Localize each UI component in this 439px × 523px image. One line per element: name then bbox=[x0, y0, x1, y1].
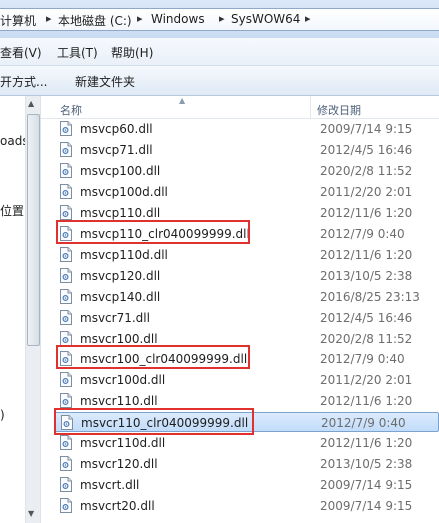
file-row[interactable]: msvcr71.dll 2012/4/5 16:46 bbox=[54, 308, 439, 328]
dll-file-icon bbox=[60, 162, 72, 178]
file-row[interactable]: msvcp140.dll 2016/8/25 23:13 bbox=[54, 287, 439, 307]
dll-file-icon bbox=[60, 498, 72, 514]
red-highlight-box bbox=[56, 345, 250, 370]
menu-tools[interactable]: 工具(T) bbox=[57, 44, 98, 61]
sort-ascending-icon: ▲ bbox=[179, 96, 186, 105]
red-highlight-box bbox=[56, 219, 250, 244]
column-date-modified[interactable]: 修改日期 bbox=[317, 102, 361, 118]
red-highlight-box bbox=[54, 408, 254, 436]
file-name: msvcp120.dll bbox=[80, 268, 161, 283]
column-divider[interactable] bbox=[310, 96, 311, 118]
file-date: 2020/2/8 11:52 bbox=[320, 163, 413, 178]
file-name: msvcr100d.dll bbox=[80, 373, 166, 388]
file-row[interactable]: msvcr120.dll 2013/10/5 2:38 bbox=[54, 454, 439, 474]
file-row[interactable]: msvcp71.dll 2012/4/5 16:46 bbox=[54, 140, 439, 160]
dll-file-icon bbox=[60, 477, 72, 493]
breadcrumb[interactable]: 计算机 ▸ 本地磁盘 (C:) ▸ Windows ▸ SysWOW64 ▸ bbox=[0, 8, 439, 31]
command-bar: 开方式... 新建文件夹 bbox=[0, 66, 439, 96]
file-date: 2012/11/6 1:20 bbox=[320, 436, 413, 451]
file-name: msvcr110.dll bbox=[80, 394, 158, 409]
breadcrumb-computer[interactable]: 计算机 bbox=[0, 12, 36, 29]
file-name: msvcp60.dll bbox=[80, 122, 153, 136]
file-name: msvcrt.dll bbox=[80, 478, 140, 493]
file-date: 2020/2/8 11:52 bbox=[320, 331, 413, 346]
menu-view[interactable]: 查看(V) bbox=[0, 44, 42, 61]
dll-file-icon bbox=[60, 121, 72, 136]
nav-item-places[interactable]: 位置 bbox=[0, 202, 24, 219]
breadcrumb-separator-icon[interactable]: ▸ bbox=[305, 12, 311, 25]
file-date: 2012/4/5 16:46 bbox=[320, 310, 413, 325]
file-date: 2009/7/14 9:15 bbox=[320, 122, 413, 136]
file-list: ▲ 名称 修改日期 msvcp60.dll 2009/7/14 9:15 msvcp… bbox=[41, 96, 439, 523]
file-row[interactable]: msvcp60.dll 2009/7/14 9:15 bbox=[54, 119, 439, 139]
dll-file-icon bbox=[60, 141, 72, 157]
file-date: 2013/10/5 2:38 bbox=[320, 268, 413, 283]
dll-file-icon bbox=[60, 393, 72, 409]
file-row[interactable]: msvcp100d.dll 2011/2/20 2:01 bbox=[54, 182, 439, 202]
file-date: 2012/7/9 0:40 bbox=[321, 416, 406, 431]
breadcrumb-separator-icon[interactable]: ▸ bbox=[46, 12, 52, 25]
file-name: msvcp71.dll bbox=[80, 142, 153, 157]
breadcrumb-local-disk[interactable]: 本地磁盘 (C:) bbox=[58, 12, 132, 29]
dll-file-icon bbox=[60, 183, 72, 199]
column-header: ▲ 名称 修改日期 bbox=[41, 96, 439, 119]
dll-file-icon bbox=[60, 330, 72, 346]
file-row[interactable]: msvcp100.dll 2020/2/8 11:52 bbox=[54, 161, 439, 181]
dll-file-icon bbox=[60, 309, 72, 325]
breadcrumb-windows[interactable]: Windows bbox=[151, 12, 205, 26]
breadcrumb-syswow64[interactable]: SysWOW64 bbox=[231, 12, 300, 26]
file-row[interactable]: msvcr110d.dll 2012/11/6 1:20 bbox=[54, 433, 439, 453]
file-name: msvcp110d.dll bbox=[80, 247, 168, 262]
menu-help[interactable]: 帮助(H) bbox=[111, 44, 153, 61]
dll-file-icon bbox=[60, 372, 72, 388]
file-name: msvcrt20.dll bbox=[80, 499, 155, 514]
file-name: msvcr100.dll bbox=[80, 331, 158, 346]
file-date: 2013/10/5 2:38 bbox=[320, 457, 413, 472]
file-name: msvcp140.dll bbox=[80, 289, 161, 304]
menu-bar: 查看(V) 工具(T) 帮助(H) bbox=[0, 38, 439, 66]
column-name[interactable]: 名称 bbox=[60, 102, 82, 118]
file-date: 2012/11/6 1:20 bbox=[320, 247, 413, 262]
file-date: 2012/11/6 1:20 bbox=[320, 205, 413, 220]
file-row[interactable]: msvcrt.dll 2009/7/14 9:15 bbox=[54, 475, 439, 495]
navigation-pane: oads 位置 ) ▲ ▼ bbox=[0, 96, 41, 523]
file-date: 2016/8/25 23:13 bbox=[320, 289, 420, 304]
file-name: msvcp100d.dll bbox=[80, 184, 168, 199]
file-name: msvcp110.dll bbox=[80, 205, 161, 220]
address-bar: 计算机 ▸ 本地磁盘 (C:) ▸ Windows ▸ SysWOW64 ▸ bbox=[0, 0, 439, 38]
file-name: msvcr120.dll bbox=[80, 457, 158, 472]
dll-file-icon bbox=[60, 435, 72, 451]
scrollbar-thumb[interactable] bbox=[27, 114, 40, 346]
file-date: 2012/11/6 1:20 bbox=[320, 394, 413, 409]
breadcrumb-separator-icon[interactable]: ▸ bbox=[219, 12, 225, 25]
nav-scrollbar[interactable]: ▲ ▼ bbox=[25, 96, 40, 523]
file-date: 2012/4/5 16:46 bbox=[320, 142, 413, 157]
file-name: msvcr71.dll bbox=[80, 310, 150, 325]
scroll-up-arrow-icon[interactable]: ▲ bbox=[28, 99, 34, 108]
dll-file-icon bbox=[60, 246, 72, 262]
file-name: msvcp100.dll bbox=[80, 163, 161, 178]
dll-file-icon bbox=[60, 288, 72, 304]
file-name: msvcr110d.dll bbox=[80, 436, 166, 451]
file-date: 2011/2/20 2:01 bbox=[320, 184, 413, 199]
file-row[interactable]: msvcrt20.dll 2009/7/14 9:15 bbox=[54, 496, 439, 516]
dll-file-icon bbox=[60, 267, 72, 283]
dll-file-icon bbox=[60, 204, 72, 220]
scroll-down-arrow-icon[interactable]: ▼ bbox=[28, 509, 34, 518]
file-row[interactable]: msvcr100d.dll 2011/2/20 2:01 bbox=[54, 370, 439, 390]
file-row[interactable]: msvcp110d.dll 2012/11/6 1:20 bbox=[54, 245, 439, 265]
file-date: 2012/7/9 0:40 bbox=[320, 226, 405, 241]
file-date: 2009/7/14 9:15 bbox=[320, 499, 413, 514]
open-with-button[interactable]: 开方式... bbox=[0, 73, 47, 90]
new-folder-button[interactable]: 新建文件夹 bbox=[75, 73, 135, 90]
nav-item-drive[interactable]: ) bbox=[0, 408, 5, 422]
file-date: 2009/7/14 9:15 bbox=[320, 478, 413, 493]
file-date: 2012/7/9 0:40 bbox=[320, 352, 405, 367]
breadcrumb-separator-icon[interactable]: ▸ bbox=[137, 12, 143, 25]
file-row[interactable]: msvcp120.dll 2013/10/5 2:38 bbox=[54, 266, 439, 286]
file-date: 2011/2/20 2:01 bbox=[320, 373, 413, 388]
dll-file-icon bbox=[60, 456, 72, 472]
